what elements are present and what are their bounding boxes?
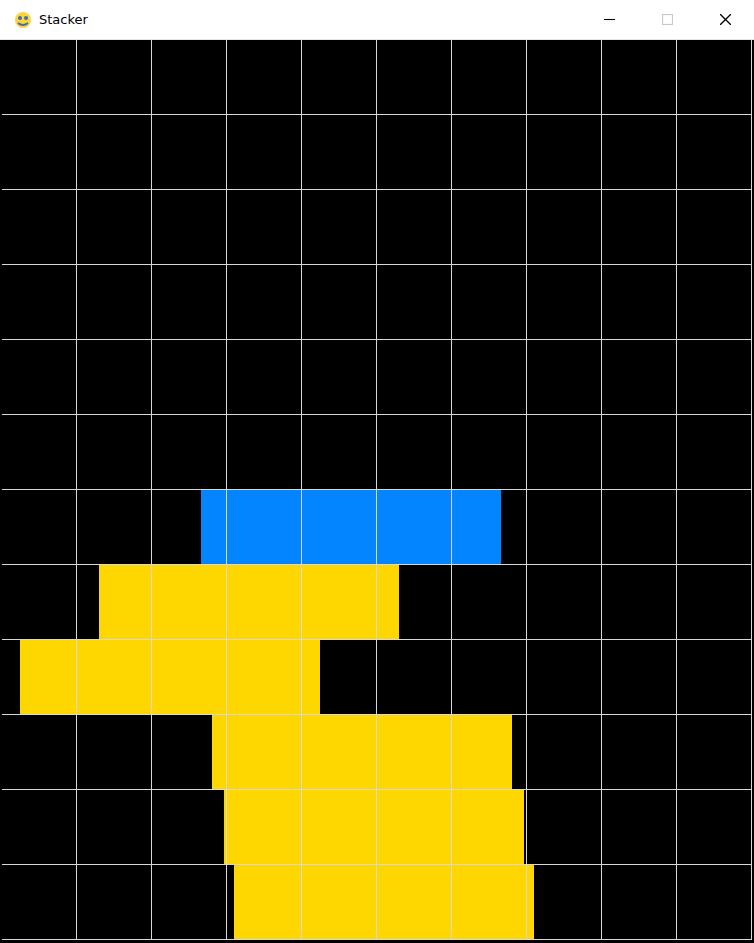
game-board[interactable] [2,40,752,940]
stack-row [234,865,534,940]
minimize-icon [604,14,615,25]
window-title: Stacker [39,10,580,29]
stack-row [212,715,512,790]
close-button[interactable] [696,0,754,39]
maximize-icon [662,14,673,25]
game-area [0,40,754,943]
close-icon [720,14,731,25]
title-bar: Stacker [0,0,754,40]
minimize-button[interactable] [580,0,638,39]
stack-row [224,790,524,865]
pygame-snake-icon [13,10,33,30]
grid-lines [2,40,752,940]
stack-row [99,565,399,640]
stack-row [20,640,320,715]
maximize-button [638,0,696,39]
stack-row [201,490,501,565]
